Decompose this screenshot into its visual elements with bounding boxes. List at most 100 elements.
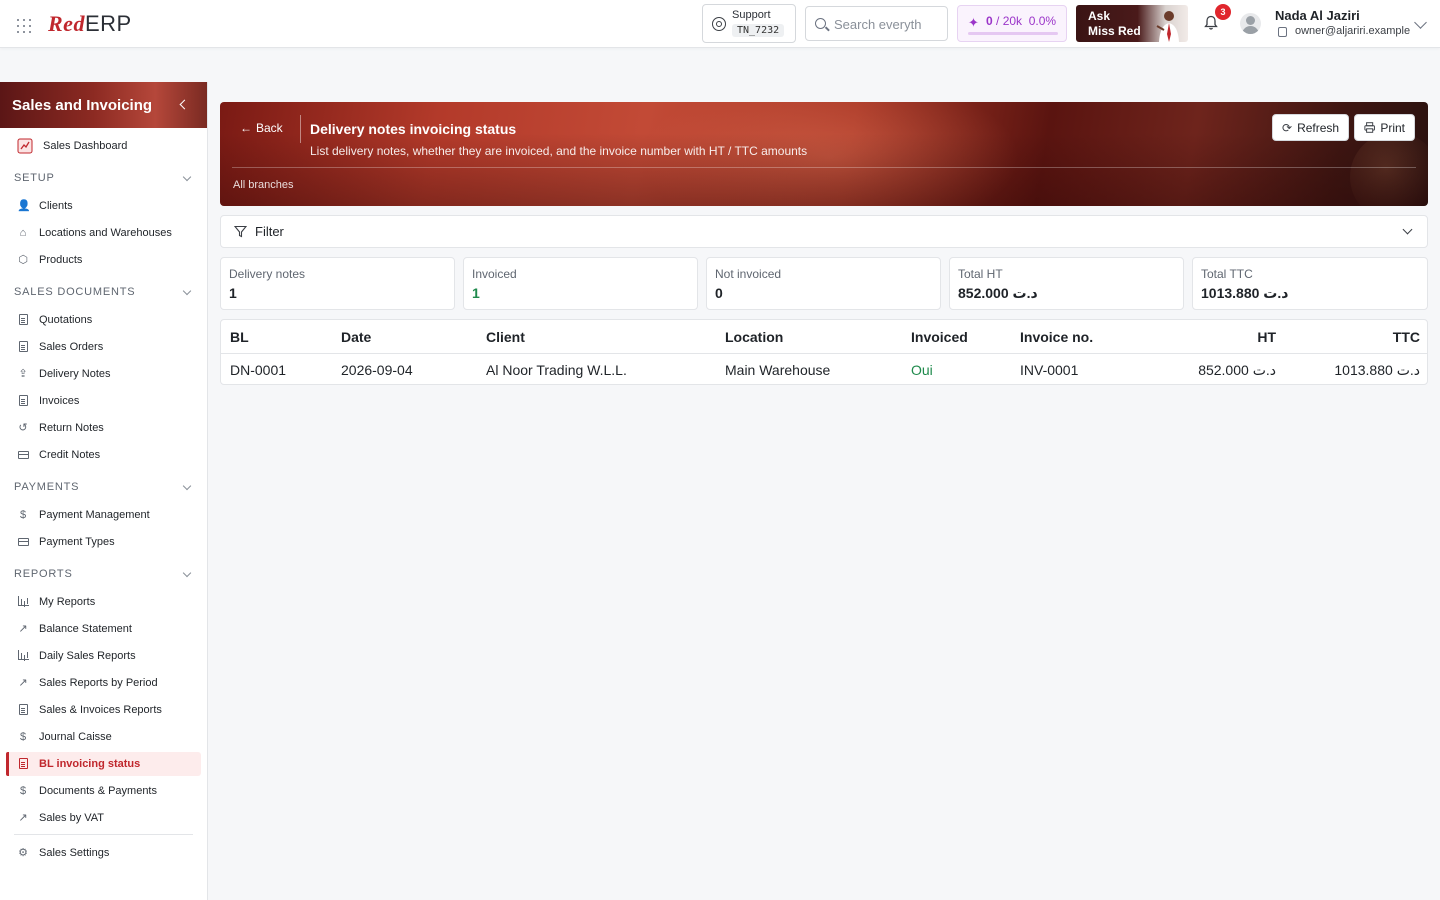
top-bar: RedERP Support TN_7232 ✦ 0 / 20k 0.0% As… — [0, 0, 1440, 48]
dollar-icon: $ — [19, 731, 27, 743]
summary-card-delivery-notes: Delivery notes 1 — [220, 257, 455, 310]
cell-location: Main Warehouse — [725, 362, 831, 378]
user-email: owner@aljariri.example — [1295, 25, 1411, 37]
user-avatar[interactable] — [1240, 13, 1261, 34]
sparkles-icon: ✦ — [968, 15, 979, 30]
sidebar-item-balance-statement[interactable]: ↗ Balance Statement — [6, 617, 201, 641]
sidebar-item-payment-types[interactable]: Payment Types — [6, 530, 201, 554]
section-payments[interactable]: PAYMENTS — [14, 481, 194, 497]
package-icon: ⬡ — [18, 254, 28, 266]
sidebar-item-daily-sales-reports[interactable]: Daily Sales Reports — [6, 644, 201, 668]
sidebar-item-quotations[interactable]: Quotations — [6, 308, 201, 332]
cell-bl[interactable]: DN-0001 — [230, 362, 286, 378]
global-search[interactable] — [805, 6, 948, 41]
support-button[interactable]: Support TN_7232 — [702, 4, 796, 43]
app-logo[interactable]: RedERP — [48, 11, 132, 37]
cell-date: 2026-09-04 — [341, 362, 413, 378]
ai-quota-widget[interactable]: ✦ 0 / 20k 0.0% — [957, 5, 1067, 42]
sidebar-divider — [14, 834, 193, 835]
filter-panel-toggle[interactable]: Filter — [220, 215, 1428, 248]
sidebar-item-sales-invoices-reports[interactable]: Sales & Invoices Reports — [6, 698, 201, 722]
dollar-icon: $ — [19, 509, 27, 521]
column-header-date[interactable]: Date — [341, 329, 371, 345]
sidebar-item-journal-caisse[interactable]: $ Journal Caisse — [6, 725, 201, 749]
cell-ttc: 1013.880 د.ت — [1334, 362, 1420, 378]
cell-invoice-no[interactable]: INV-0001 — [1020, 362, 1078, 378]
page-header-banner: ← Back Delivery notes invoicing status L… — [220, 102, 1428, 206]
sidebar-item-documents-payments[interactable]: $ Documents & Payments — [6, 779, 201, 803]
branch-scope: All branches — [233, 179, 294, 191]
sidebar-header: Sales and Invoicing — [0, 82, 207, 128]
undo-icon: ↺ — [18, 422, 28, 434]
section-reports[interactable]: REPORTS — [14, 568, 194, 584]
section-setup[interactable]: SETUP — [14, 172, 194, 188]
column-header-ht[interactable]: HT — [1257, 329, 1276, 345]
trending-up-icon: ↗ — [18, 812, 28, 824]
home-icon: ⌂ — [19, 227, 27, 239]
collapse-sidebar-icon[interactable] — [179, 99, 190, 110]
assistant-avatar-icon — [1156, 11, 1179, 42]
support-label: Support — [732, 9, 771, 21]
notification-count-badge: 3 — [1215, 4, 1231, 20]
sidebar-item-return-notes[interactable]: ↺ Return Notes — [6, 416, 201, 440]
sidebar-title: Sales and Invoicing — [12, 97, 153, 114]
arrow-left-icon: ← — [240, 121, 252, 135]
printer-icon — [1364, 122, 1375, 133]
sidebar-item-sales-dashboard[interactable]: Sales Dashboard — [6, 134, 201, 158]
chevron-down-icon — [182, 568, 192, 578]
header-divider — [232, 167, 1416, 168]
sidebar-item-sales-by-vat[interactable]: ↗ Sales by VAT — [6, 806, 201, 830]
users-icon: 👤 — [17, 200, 31, 212]
bar-chart-icon — [17, 596, 29, 608]
sidebar-item-sales-orders[interactable]: Sales Orders — [6, 335, 201, 359]
sidebar-item-locations[interactable]: ⌂ Locations and Warehouses — [6, 221, 201, 245]
search-input[interactable] — [834, 14, 944, 34]
search-icon — [815, 18, 826, 29]
column-header-ttc[interactable]: TTC — [1393, 329, 1420, 345]
filter-icon — [234, 225, 247, 238]
sidebar-item-invoices[interactable]: Invoices — [6, 389, 201, 413]
quota-text: 0 / 20k 0.0% — [986, 14, 1057, 28]
document-icon — [17, 314, 29, 326]
summary-card-invoiced: Invoiced 1 — [463, 257, 698, 310]
section-sales-documents[interactable]: SALES DOCUMENTS — [14, 286, 194, 302]
credit-card-icon — [17, 536, 29, 548]
user-menu-chevron-icon[interactable] — [1414, 16, 1427, 29]
sidebar-item-products[interactable]: ⬡ Products — [6, 248, 201, 272]
sidebar-item-sales-settings[interactable]: ⚙ Sales Settings — [6, 841, 201, 865]
back-button[interactable]: ← Back — [240, 121, 283, 135]
sidebar-item-credit-notes[interactable]: Credit Notes — [6, 443, 201, 467]
document-icon — [17, 758, 29, 770]
refresh-icon: ⟳ — [1282, 120, 1293, 135]
ask-miss-red-button[interactable]: Ask Miss Red — [1076, 5, 1188, 42]
cell-ht: 852.000 د.ت — [1198, 362, 1276, 378]
apps-grid-icon[interactable] — [17, 19, 33, 35]
column-header-client[interactable]: Client — [486, 329, 525, 345]
upload-icon: ⇪ — [18, 368, 28, 380]
filter-label: Filter — [255, 224, 284, 239]
summary-card-total-ttc: Total TTC 1013.880 د.ت — [1192, 257, 1428, 310]
sidebar-item-clients[interactable]: 👤 Clients — [6, 194, 201, 218]
sidebar-item-sales-reports-by-period[interactable]: ↗ Sales Reports by Period — [6, 671, 201, 695]
refresh-button[interactable]: ⟳ Refresh — [1272, 114, 1349, 141]
copy-icon[interactable] — [1278, 27, 1287, 37]
column-header-location[interactable]: Location — [725, 329, 783, 345]
header-separator — [300, 115, 301, 143]
quota-progress-bar — [968, 32, 1058, 35]
sidebar-item-my-reports[interactable]: My Reports — [6, 590, 201, 614]
sidebar-item-payment-management[interactable]: $ Payment Management — [6, 503, 201, 527]
print-button[interactable]: Print — [1354, 114, 1415, 141]
sidebar: Sales and Invoicing Sales Dashboard SETU… — [0, 82, 208, 900]
invoice-icon — [17, 395, 29, 407]
sidebar-item-delivery-notes[interactable]: ⇪ Delivery Notes — [6, 362, 201, 386]
gear-icon: ⚙ — [18, 847, 28, 859]
column-header-invoice-no[interactable]: Invoice no. — [1020, 329, 1093, 345]
document-icon — [17, 704, 29, 716]
bar-chart-icon — [17, 650, 29, 662]
table-header: BL Date Client Location Invoiced Invoice… — [221, 320, 1427, 354]
column-header-invoiced[interactable]: Invoiced — [911, 329, 968, 345]
column-header-bl[interactable]: BL — [230, 329, 249, 345]
page-subtitle: List delivery notes, whether they are in… — [310, 144, 808, 158]
credit-card-icon — [17, 449, 29, 461]
sidebar-item-bl-invoicing-status[interactable]: BL invoicing status — [6, 752, 201, 776]
